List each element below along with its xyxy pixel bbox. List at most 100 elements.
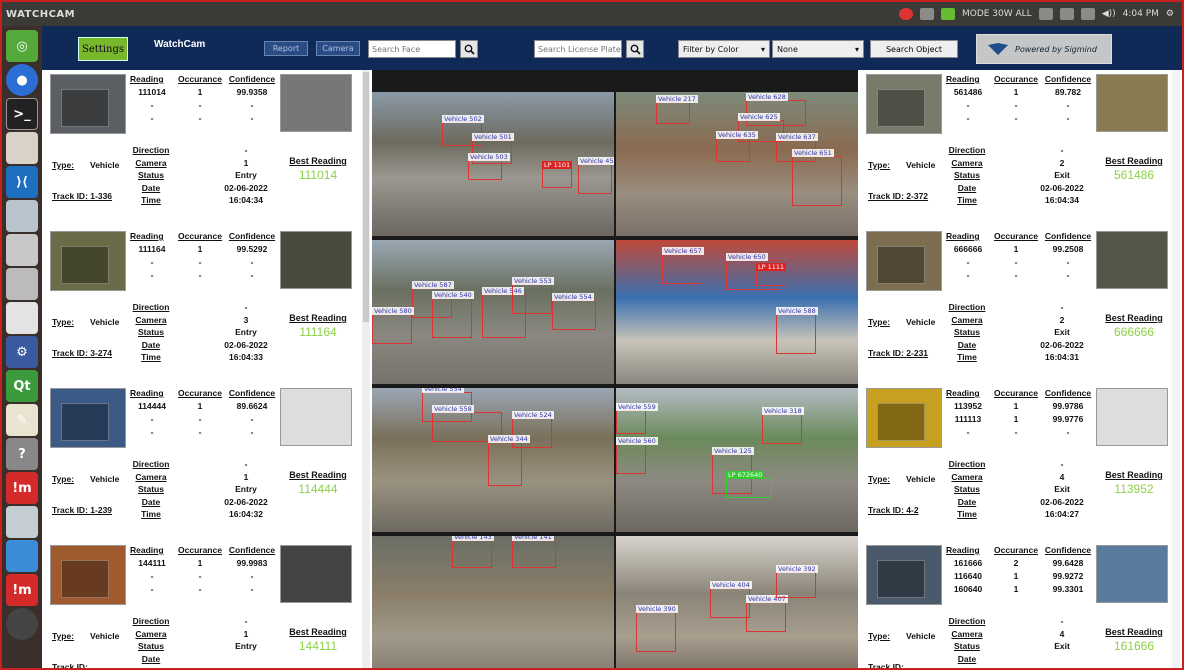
reading-table: Reading Occurance Confidence 144111 1 99.9983… bbox=[130, 545, 278, 594]
qt-icon[interactable]: Qt bbox=[6, 370, 38, 402]
vehicle-thumbnail[interactable] bbox=[50, 74, 126, 134]
bluetooth-icon[interactable] bbox=[1059, 8, 1074, 20]
reading-cell: - bbox=[250, 270, 254, 280]
vehicle-thumbnail[interactable] bbox=[866, 231, 942, 291]
app-m-icon[interactable]: !m bbox=[6, 472, 38, 504]
reading-cell: - bbox=[966, 100, 970, 110]
left-scrollbar[interactable] bbox=[362, 70, 370, 668]
detection-label: Vehicle 141 bbox=[512, 536, 554, 541]
vehicle-thumbnail[interactable] bbox=[866, 388, 942, 448]
network-icon[interactable] bbox=[1038, 8, 1053, 20]
app-m-icon-2[interactable]: !m bbox=[6, 574, 38, 606]
detection-label: Vehicle 503 bbox=[468, 153, 510, 161]
settings-tool-icon[interactable]: ⚙ bbox=[6, 336, 38, 368]
settings-button[interactable]: Settings bbox=[78, 37, 128, 61]
launcher-app-icon[interactable]: ◎ bbox=[6, 30, 38, 62]
license-plate-image[interactable] bbox=[280, 74, 352, 132]
detection-box bbox=[468, 160, 502, 180]
reading-table: Reading Occurance Confidence 161666 2 99.6428… bbox=[946, 545, 1094, 594]
search-face-input[interactable] bbox=[368, 40, 456, 58]
camera-feed[interactable]: Vehicle 657 Vehicle 650 LP 1111 Vehicle 588 bbox=[616, 240, 858, 384]
search-app-icon[interactable] bbox=[6, 506, 38, 538]
right-scrollbar[interactable] bbox=[1172, 70, 1180, 668]
camera-feed[interactable]: Vehicle 143 Vehicle 141 bbox=[372, 536, 614, 668]
camera-feed[interactable]: Vehicle 390 Vehicle 404 Vehicle 407 Vehicle… bbox=[616, 536, 858, 668]
usb-icon[interactable] bbox=[6, 302, 38, 334]
clock-text[interactable]: 4:04 PM bbox=[1123, 9, 1159, 19]
chromium-icon[interactable]: ● bbox=[6, 64, 38, 96]
detection-box bbox=[488, 442, 522, 486]
record-icon[interactable] bbox=[898, 8, 913, 20]
column-header-reading: Reading bbox=[946, 545, 980, 555]
reading-cell: - bbox=[198, 584, 202, 594]
reading-table: Reading Occurance Confidence 666666 1 99.2508… bbox=[946, 231, 1094, 280]
license-plate-image[interactable] bbox=[1096, 231, 1168, 289]
reading-cell: - bbox=[150, 584, 154, 594]
power-mode-text[interactable]: MODE 30W ALL bbox=[962, 9, 1032, 19]
gear-icon[interactable]: ⚙ bbox=[1166, 9, 1174, 19]
report-button[interactable]: Report bbox=[264, 41, 308, 56]
volume-icon[interactable]: ◀)) bbox=[1102, 9, 1116, 19]
scroll-thumb[interactable] bbox=[363, 72, 369, 322]
track-id-label: Track ID: bbox=[52, 662, 88, 670]
color-filter-select[interactable]: Filter by Color ▾ bbox=[678, 40, 770, 58]
best-reading: Best Reading 111014 bbox=[282, 156, 354, 182]
label-date: Date bbox=[957, 496, 977, 507]
disk-icon[interactable] bbox=[6, 200, 38, 232]
text-editor-icon[interactable]: ✎ bbox=[6, 404, 38, 436]
vehicle-thumbnail[interactable] bbox=[866, 74, 942, 134]
detection-card[interactable]: Reading Occurance Confidence 111164 1 99.5292… bbox=[48, 227, 362, 384]
license-plate-image[interactable] bbox=[1096, 74, 1168, 132]
license-plate-image[interactable] bbox=[1096, 545, 1168, 603]
vehicle-thumbnail[interactable] bbox=[50, 388, 126, 448]
nvidia-icon[interactable] bbox=[940, 8, 955, 20]
search-face-button[interactable] bbox=[460, 40, 478, 58]
search-object-button[interactable]: Search Object bbox=[870, 40, 958, 58]
license-plate-image[interactable] bbox=[1096, 388, 1168, 446]
reading-cell: - bbox=[966, 257, 970, 267]
license-plate-image[interactable] bbox=[280, 545, 352, 603]
value-status: Entry bbox=[235, 484, 257, 495]
vscode-icon[interactable]: ⟩⟨ bbox=[6, 166, 38, 198]
terminal-icon[interactable]: >_ bbox=[6, 98, 38, 130]
vehicle-thumbnail[interactable] bbox=[50, 231, 126, 291]
detection-card[interactable]: Reading Occurance Confidence 161666 2 99.6428… bbox=[864, 541, 1178, 668]
camera-feed[interactable]: Vehicle 217 Vehicle 628 Vehicle 625 Vehicle… bbox=[616, 92, 858, 236]
files-icon[interactable] bbox=[6, 132, 38, 164]
detection-label: Vehicle 344 bbox=[488, 435, 530, 443]
help-icon[interactable]: ? bbox=[6, 438, 38, 470]
camera-feed[interactable]: Vehicle 554 Vehicle 558 Vehicle 524 Vehicle… bbox=[372, 388, 614, 532]
camera-feed[interactable]: Vehicle 502 Vehicle 501 Vehicle 503 Vehicle… bbox=[372, 92, 614, 236]
type-label: Type: bbox=[52, 631, 75, 641]
detection-card[interactable]: Reading Occurance Confidence 666666 1 99.2508… bbox=[864, 227, 1178, 384]
vehicle-thumbnail[interactable] bbox=[866, 545, 942, 605]
detection-card[interactable]: Reading Occurance Confidence 114444 1 89.6624… bbox=[48, 384, 362, 541]
camera-feed[interactable]: Vehicle 587 Vehicle 546 Vehicle 553 Vehicle… bbox=[372, 240, 614, 384]
license-plate-image[interactable] bbox=[280, 231, 352, 289]
color-value-select[interactable]: None ▾ bbox=[772, 40, 864, 58]
detection-card[interactable]: Reading Occurance Confidence 561486 1 89.782 -… bbox=[864, 70, 1178, 227]
mail-icon[interactable] bbox=[1080, 8, 1095, 20]
drive-icon-2[interactable] bbox=[6, 268, 38, 300]
search-plate-input[interactable] bbox=[534, 40, 622, 58]
reading-cell: 666666 bbox=[953, 244, 983, 254]
detection-box bbox=[776, 572, 816, 598]
detection-card[interactable]: Reading Occurance Confidence 113952 1 99.9786… bbox=[864, 384, 1178, 541]
keyboard-icon[interactable] bbox=[919, 8, 934, 20]
trash-icon[interactable] bbox=[6, 608, 38, 640]
field-labels: Direction Camera StatusDate Time bbox=[944, 458, 990, 521]
license-plate-image[interactable] bbox=[280, 388, 352, 446]
detection-card[interactable]: Reading Occurance Confidence 144111 1 99.9983… bbox=[48, 541, 362, 670]
label-camera: Camera bbox=[135, 314, 167, 325]
label-date: Date bbox=[141, 496, 161, 507]
detection-card[interactable]: Reading Occurance Confidence 111014 1 99.9358… bbox=[48, 70, 362, 227]
vehicle-thumbnail[interactable] bbox=[50, 545, 126, 605]
grid-app-icon[interactable] bbox=[6, 540, 38, 572]
drive-icon[interactable] bbox=[6, 234, 38, 266]
reading-row: --- bbox=[130, 411, 278, 424]
camera-feed[interactable]: Vehicle 559 Vehicle 560 Vehicle 125 Vehicle… bbox=[616, 388, 858, 532]
camera-button[interactable]: Camera bbox=[316, 41, 360, 56]
reading-cell: - bbox=[250, 571, 254, 581]
reading-row: 666666 1 99.2508 bbox=[946, 241, 1094, 254]
search-plate-button[interactable] bbox=[626, 40, 644, 58]
